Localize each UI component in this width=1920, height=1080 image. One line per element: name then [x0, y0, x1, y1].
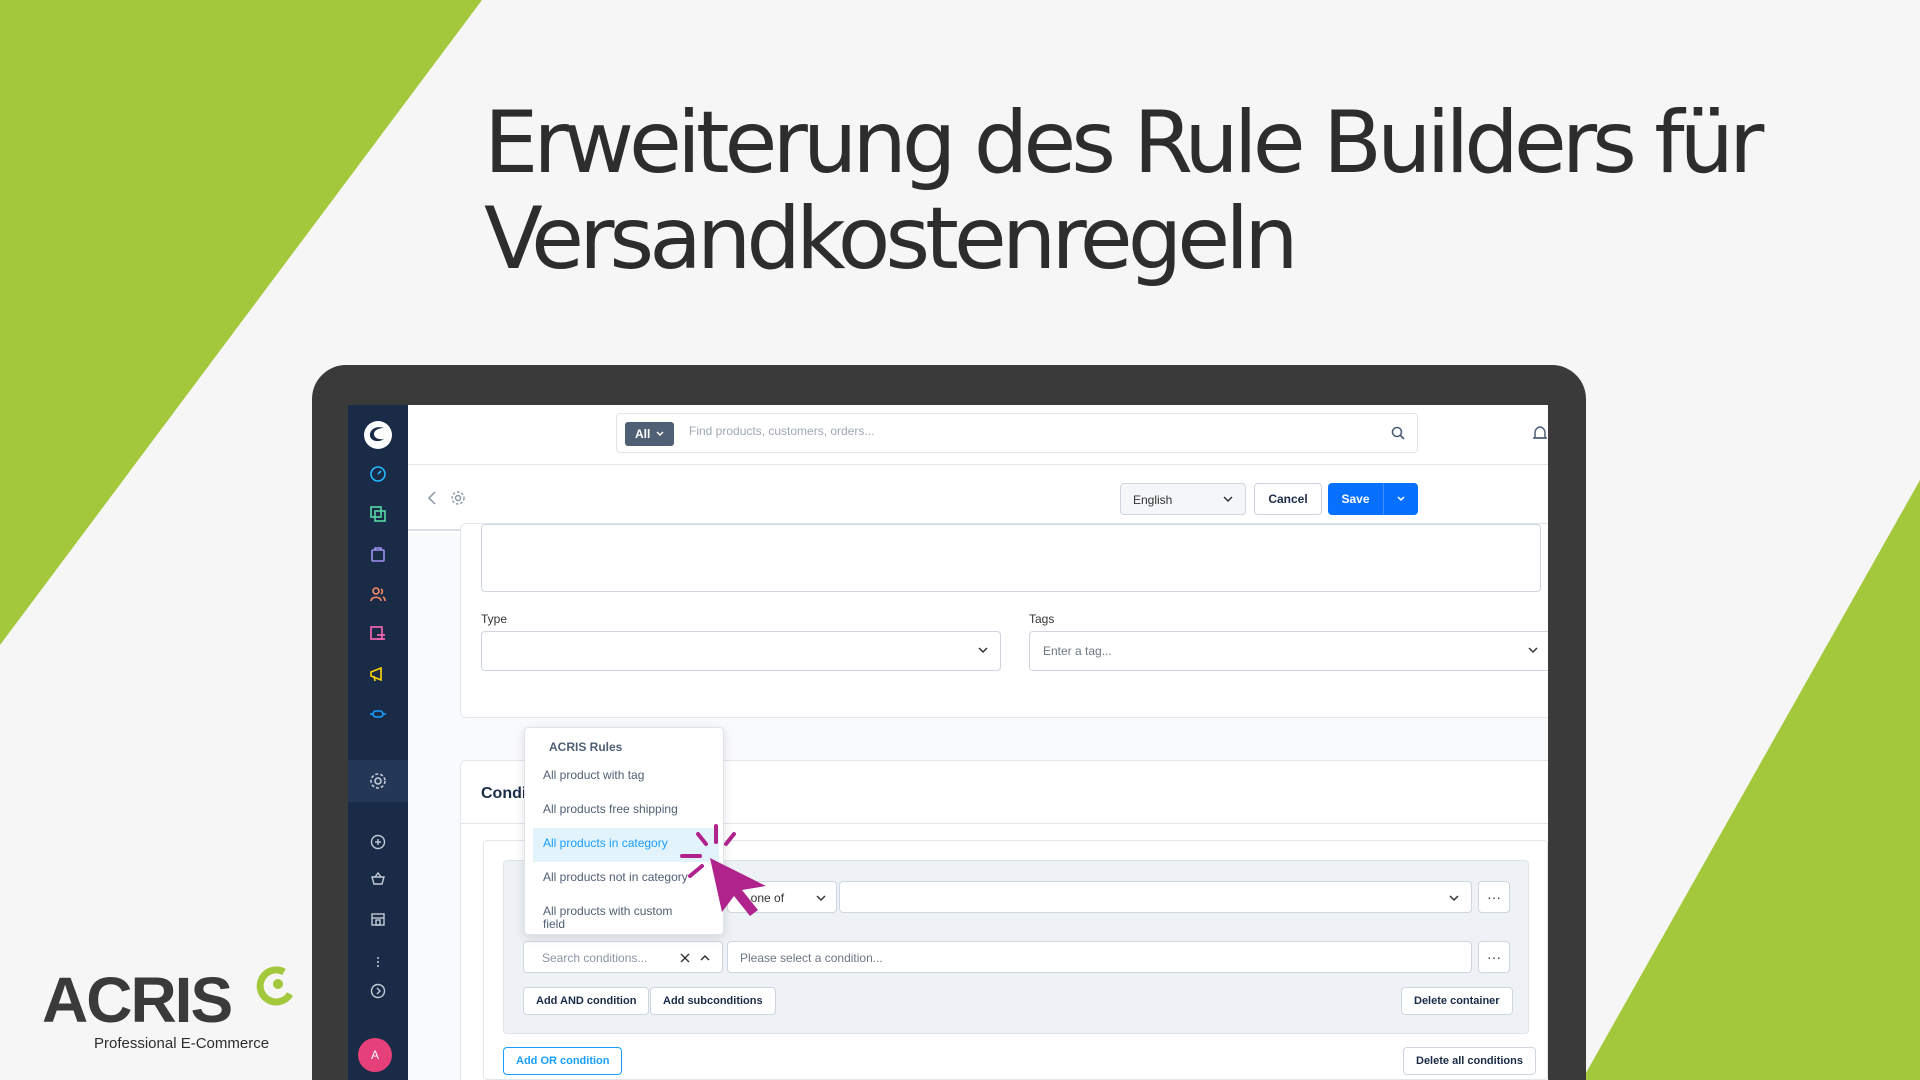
description-textarea[interactable]	[481, 524, 1541, 592]
help-icon[interactable]	[366, 979, 390, 1003]
value-select[interactable]	[839, 881, 1472, 913]
orders-icon[interactable]	[366, 542, 390, 566]
logo-word: ACRIS	[42, 964, 233, 1036]
language-value: English	[1133, 493, 1173, 507]
cancel-button[interactable]: Cancel	[1254, 483, 1322, 515]
add-and-condition-button[interactable]: Add AND condition	[523, 987, 650, 1015]
customers-icon[interactable]	[366, 582, 390, 606]
type-select[interactable]	[481, 631, 1001, 671]
chevron-down-icon	[1528, 647, 1538, 654]
add-or-condition-button[interactable]: Add OR condition	[503, 1047, 623, 1075]
chevron-down-icon	[656, 431, 664, 437]
smart-bar: English Cancel Save	[408, 465, 1548, 531]
search-type-label: All	[635, 427, 651, 441]
more-icon[interactable]	[366, 950, 390, 974]
chevron-down-icon	[978, 647, 988, 654]
clear-icon[interactable]	[680, 953, 690, 963]
tags-select[interactable]: Enter a tag...	[1029, 631, 1548, 671]
content-icon[interactable]	[366, 622, 390, 646]
gear-icon	[451, 491, 465, 505]
acris-logo: ACRIS Professional E-Commerce	[42, 964, 302, 1052]
save-button[interactable]: Save	[1328, 483, 1384, 515]
condition-value-placeholder: Please select a condition...	[740, 951, 883, 965]
dropdown-group-title: ACRIS Rules	[549, 740, 623, 754]
logo-tagline: Professional E-Commerce	[94, 1035, 270, 1052]
save-button-group: Save	[1328, 483, 1418, 515]
cursor-icon	[680, 824, 766, 916]
dashboard-icon[interactable]	[366, 462, 390, 486]
avatar[interactable]: A	[358, 1038, 392, 1072]
chevron-down-icon	[1449, 895, 1459, 902]
back-icon[interactable]	[426, 491, 438, 505]
headline-line-2: Versandkostenregeln	[484, 189, 1299, 289]
condition-search-field[interactable]: Search conditions...	[523, 941, 723, 973]
add-subconditions-button[interactable]: Add subconditions	[650, 987, 776, 1015]
headline-line-1: Erweiterung des Rule Builders für	[484, 93, 1764, 193]
add-icon[interactable]	[366, 830, 390, 854]
settings-icon[interactable]	[366, 769, 390, 793]
condition-search-placeholder: Search conditions...	[542, 951, 648, 965]
search-type-select[interactable]: All	[625, 422, 675, 446]
top-bar: All	[408, 405, 1548, 465]
dropdown-item[interactable]: All product with tag	[533, 760, 719, 794]
sidebar: A	[348, 405, 408, 1080]
delete-all-conditions-button[interactable]: Delete all conditions	[1403, 1047, 1536, 1075]
marketing-icon[interactable]	[366, 662, 390, 686]
dropdown-item[interactable]: All products with custom field	[533, 896, 683, 931]
row-actions-button[interactable]: ···	[1478, 941, 1510, 973]
delete-container-button[interactable]: Delete container	[1401, 987, 1513, 1015]
tags-label: Tags	[1029, 612, 1055, 626]
condition-value-field[interactable]: Please select a condition...	[727, 941, 1472, 973]
conditions-title: Condi	[481, 785, 527, 802]
chevron-down-icon	[1223, 496, 1233, 503]
search-input[interactable]	[689, 424, 1289, 438]
chevron-down-icon	[1397, 496, 1405, 502]
extensions-icon[interactable]	[366, 702, 390, 726]
sales-channel-icon[interactable]	[366, 867, 390, 891]
save-options-button[interactable]	[1384, 483, 1418, 515]
logo-mark-icon	[256, 966, 294, 1006]
bell-icon[interactable]	[1532, 425, 1548, 443]
storefront-icon[interactable]	[366, 907, 390, 931]
chevron-down-icon	[816, 895, 826, 902]
shopware-logo-icon[interactable]	[362, 419, 394, 451]
row-actions-button[interactable]: ···	[1478, 881, 1510, 913]
language-select[interactable]: English	[1120, 483, 1246, 515]
search-icon[interactable]	[1391, 426, 1405, 440]
headline: Erweiterung des Rule Builders für Versan…	[484, 95, 1904, 287]
tags-placeholder: Enter a tag...	[1043, 644, 1112, 658]
global-search: All	[616, 413, 1418, 453]
rule-details-card: Type Tags Enter a tag...	[460, 523, 1548, 718]
catalog-icon[interactable]	[366, 502, 390, 526]
chevron-up-icon[interactable]	[700, 954, 710, 962]
type-label: Type	[481, 612, 508, 626]
